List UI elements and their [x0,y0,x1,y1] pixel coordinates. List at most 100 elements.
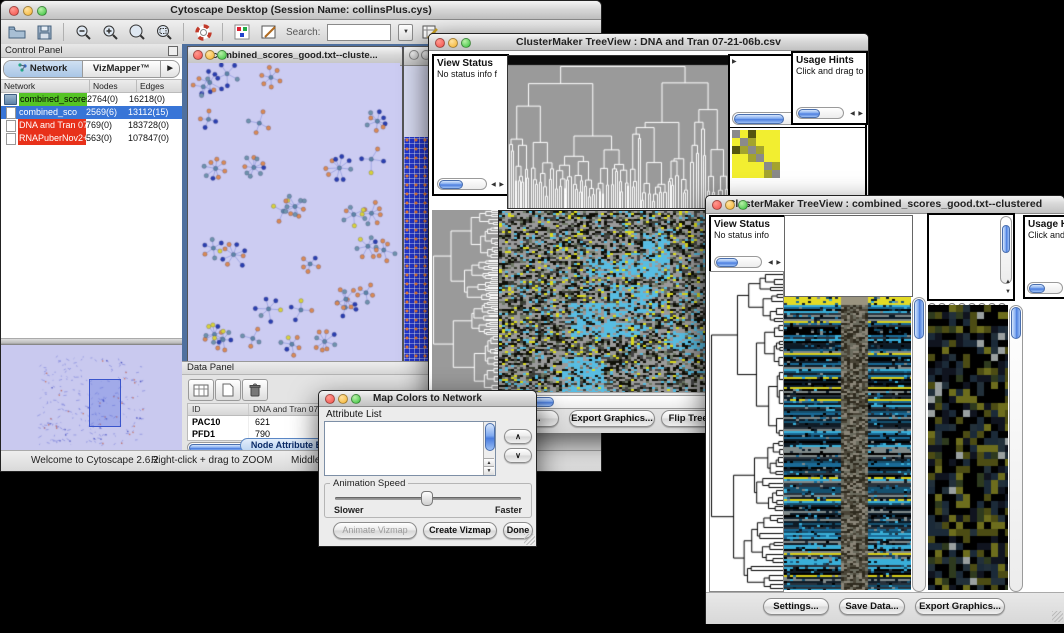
minimize-icon[interactable] [23,6,33,16]
matrix-cell[interactable] [732,138,740,146]
column-label[interactable] [949,217,958,295]
column-label[interactable] [773,62,780,110]
vizmapper-icon[interactable] [232,23,252,41]
matrix-cell[interactable] [748,154,756,162]
matrix-cell[interactable] [756,154,764,162]
matrix-cell[interactable] [732,170,740,178]
column-dendrogram-area[interactable] [784,215,913,297]
attribute-list-vscrollbar[interactable]: ▲ ▼ [483,422,495,475]
close-icon[interactable] [193,50,203,60]
float-panel-icon[interactable] [168,46,178,56]
scrollbar-thumb[interactable] [439,180,463,189]
matrix-cell[interactable] [740,170,748,178]
overview-viewport-rect[interactable] [89,379,121,427]
column-label[interactable] [759,62,766,110]
minimize-icon[interactable] [725,200,735,210]
treeview1-titlebar[interactable]: ClusterMaker TreeView : DNA and Tran 07-… [429,34,868,51]
usage-hints-hscrollbar[interactable] [1027,282,1063,294]
scrollbar-thumb[interactable] [1029,284,1045,293]
zoom-icon[interactable] [738,200,748,210]
column-label[interactable] [976,217,985,295]
zoom-fit-icon[interactable] [154,23,174,41]
matrix-cell[interactable] [756,146,764,154]
col-network[interactable]: Network [1,80,90,92]
matrix-cell[interactable] [740,146,748,154]
tab-vizmapper[interactable]: VizMapper™ [83,61,162,77]
column-label[interactable] [931,217,940,295]
matrix-cell[interactable] [756,162,764,170]
tab-network[interactable]: Network [4,61,83,77]
close-icon[interactable] [9,6,19,16]
matrix-cell[interactable] [740,154,748,162]
heatmap-canvas[interactable] [498,210,715,394]
open-file-icon[interactable] [7,23,27,41]
column-label[interactable] [958,217,967,295]
create-vizmap-button[interactable]: Create Vizmap [423,522,497,539]
scrollbar-thumb[interactable] [1011,307,1021,339]
matrix-cell[interactable] [748,138,756,146]
matrix-cell[interactable] [748,170,756,178]
move-up-button[interactable]: ∧ [504,429,532,444]
scrollbar-thumb[interactable] [716,258,738,267]
column-label[interactable] [766,62,773,110]
zoom-heatmap-canvas[interactable] [928,305,1008,590]
search-dropdown-icon[interactable]: ▼ [398,24,413,41]
minimize-icon[interactable] [448,38,458,48]
save-icon[interactable] [34,23,54,41]
scroll-arrows-icon[interactable]: ◀ ▶ [491,180,505,190]
zoom-icon[interactable] [461,38,471,48]
global-heatmap-vscrollbar[interactable] [912,297,926,592]
matrix-cell[interactable] [764,170,772,178]
column-label[interactable] [940,217,949,295]
scroll-arrows-icon[interactable]: ▲▼ [1005,277,1011,297]
matrix-cell[interactable] [732,162,740,170]
matrix-cell[interactable] [732,130,740,138]
zoom-icon[interactable] [217,50,227,60]
matrix-cell[interactable] [772,138,780,146]
column-label[interactable] [752,62,759,110]
zoom-selected-icon[interactable] [127,23,147,41]
network-table-row[interactable]: combined_sco 2569(6) 13112(15) [1,106,182,119]
close-icon[interactable] [325,394,335,404]
zoom-icon[interactable] [351,394,361,404]
scrollbar-thumb[interactable] [798,109,820,118]
scroll-arrows-icon[interactable]: ◀ ▶ [768,258,782,268]
column-header-vscrollbar[interactable] [1000,216,1012,284]
matrix-cell[interactable] [756,130,764,138]
matrix-cell[interactable] [740,130,748,138]
correlation-matrix[interactable] [732,130,780,178]
scrollbar-thumb[interactable] [1002,225,1010,253]
matrix-cell[interactable] [764,162,772,170]
tab-more-arrow[interactable]: ▶ [161,61,179,77]
matrix-cell[interactable] [740,138,748,146]
matrix-cell[interactable] [764,146,772,154]
scrollbar-thumb[interactable] [914,299,924,339]
scroll-arrows-icon[interactable]: ◀ ▶ [850,109,864,119]
col-nodes[interactable]: Nodes [90,80,137,92]
column-dendrogram-canvas[interactable] [507,55,730,209]
close-icon[interactable] [435,38,445,48]
row-dendrogram-canvas[interactable] [709,271,784,592]
export-graphics-button[interactable]: Export Graphics... [569,410,655,427]
matrix-cell[interactable] [740,162,748,170]
close-icon[interactable] [409,50,419,60]
zoom-heatmap-vscrollbar[interactable] [1009,305,1023,592]
treeview2-titlebar[interactable]: ClusterMaker TreeView : combined_scores_… [706,196,1064,214]
view-status-hscrollbar[interactable] [714,256,762,268]
matrix-cell[interactable] [748,130,756,138]
matrix-cell[interactable] [772,146,780,154]
zoom-icon[interactable] [37,6,47,16]
dialog-titlebar[interactable]: Map Colors to Network [319,391,536,407]
resize-grip[interactable] [524,534,535,545]
delete-attribute-trash-icon[interactable] [242,379,268,401]
move-down-button[interactable]: ∨ [504,448,532,463]
matrix-cell[interactable] [732,154,740,162]
matrix-cell[interactable] [772,130,780,138]
matrix-cell[interactable] [772,170,780,178]
scroll-arrows-icon[interactable]: ▶ [732,57,738,67]
matrix-cell[interactable] [748,146,756,154]
column-label[interactable] [985,217,994,295]
birdseye-overview[interactable] [1,344,182,451]
new-attribute-icon[interactable] [215,379,241,401]
help-lifesaver-icon[interactable] [193,23,213,41]
